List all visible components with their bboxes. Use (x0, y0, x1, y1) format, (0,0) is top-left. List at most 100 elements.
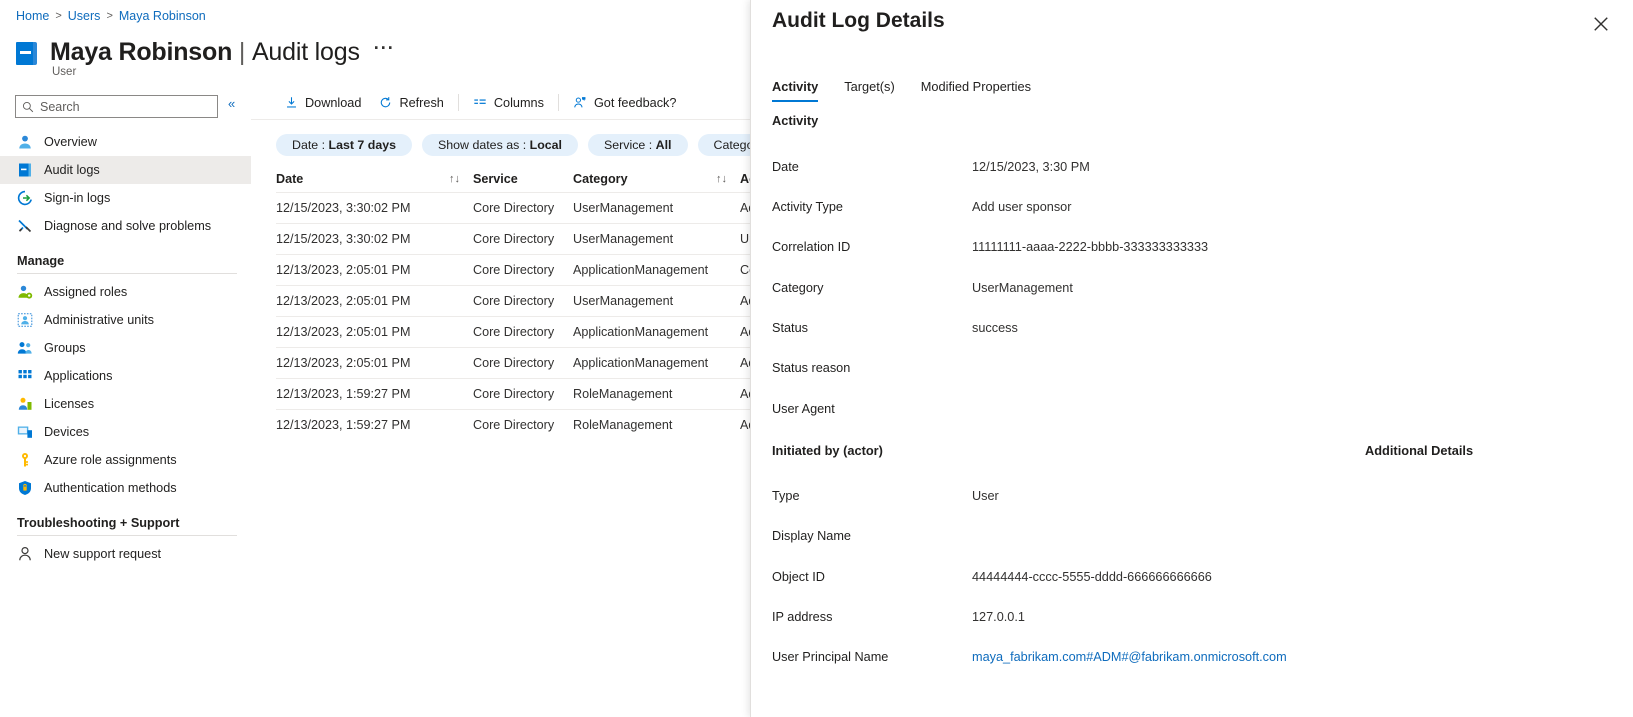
sidebar-item-groups[interactable]: Groups (0, 334, 251, 362)
field-value: 44444444-cccc-5555-dddd-666666666666 (972, 570, 1212, 584)
licenses-icon (17, 396, 33, 412)
section-activity: Activity (772, 113, 819, 128)
filter-chip-show-dates-as[interactable]: Show dates as : Local (422, 133, 578, 156)
divider (17, 273, 237, 274)
cell-service: Core Directory (473, 263, 555, 277)
field-label: Category (772, 281, 824, 295)
key-icon (17, 452, 33, 468)
sidebar-item-label: Licenses (44, 397, 95, 411)
collapse-sidebar-button[interactable]: « (228, 96, 235, 111)
filter-chip-date[interactable]: Date : Last 7 days (276, 133, 413, 156)
sort-updown-icon[interactable]: ↑↓ (449, 173, 473, 185)
column-header-date[interactable]: Date (276, 172, 449, 186)
cell-service: Core Directory (473, 387, 555, 401)
cell-service: Core Directory (473, 232, 555, 246)
search-icon (22, 101, 34, 112)
refresh-label: Refresh (399, 95, 444, 110)
sidebar-item-licenses[interactable]: Licenses (0, 390, 251, 418)
book-icon (17, 162, 33, 178)
sidebar-item-audit-logs[interactable]: Audit logs (0, 156, 251, 184)
filter-name: Service (604, 137, 646, 152)
tab-targets[interactable]: Target(s) (831, 76, 908, 102)
more-options-button[interactable]: ··· (374, 32, 395, 64)
download-icon (287, 97, 296, 108)
field-value: User (972, 489, 999, 503)
sidebar-item-label: Azure role assignments (44, 453, 177, 467)
sidebar-item-administrative-units[interactable]: Administrative units (0, 306, 251, 334)
field-status: Status success (772, 321, 1018, 335)
user-book-icon (14, 40, 40, 68)
cell-service: Core Directory (473, 201, 555, 215)
sidebar-item-devices[interactable]: Devices (0, 418, 251, 446)
sidebar-item-diagnose-and-solve-problems[interactable]: Diagnose and solve problems (0, 212, 251, 240)
filter-name: Date (292, 137, 319, 152)
assigned-roles-icon (17, 284, 33, 300)
sidebar-item-authentication-methods[interactable]: Authentication methods (0, 474, 251, 502)
field-value: UserManagement (972, 281, 1073, 295)
cell-date: 12/15/2023, 3:30:02 PM (276, 232, 411, 246)
sidebar-item-label: Assigned roles (44, 285, 128, 299)
sidebar-item-applications[interactable]: Applications (0, 362, 251, 390)
field-label: Display Name (772, 529, 851, 543)
sidebar-item-sign-in-logs[interactable]: Sign-in logs (0, 184, 251, 212)
divider (457, 94, 459, 111)
sidebar-item-overview[interactable]: Overview (0, 128, 251, 156)
section-additional-details: Additional Details (1365, 443, 1474, 458)
feedback-person-icon (574, 97, 586, 108)
cell-service: Core Directory (473, 294, 555, 308)
got-feedback-button[interactable]: Got feedback? (564, 92, 686, 114)
breadcrumb-item-current[interactable]: Maya Robinson (119, 9, 206, 23)
cell-service: Core Directory (473, 325, 555, 339)
user-icon (17, 134, 33, 150)
breadcrumb-item-users[interactable]: Users (68, 9, 101, 23)
field-label: Correlation ID (772, 240, 851, 254)
field-value: success (972, 321, 1018, 335)
cell-category: ApplicationManagement (573, 356, 709, 370)
user-principal-name-link[interactable]: maya_fabrikam.com#ADM#@fabrikam.onmicros… (972, 650, 1287, 664)
sidebar-item-label: Administrative units (44, 313, 154, 327)
page-title-suffix: Audit logs (251, 38, 360, 66)
sidebar-item-new-support-request[interactable]: New support request (0, 540, 251, 568)
cell-date: 12/13/2023, 1:59:27 PM (276, 387, 411, 401)
field-value: 12/15/2023, 3:30 PM (972, 160, 1090, 174)
download-button[interactable]: Download (276, 92, 370, 114)
filter-name: Show dates as (438, 137, 520, 152)
page-title-row: Maya Robinson | Audit logs ··· User (14, 32, 395, 78)
field-label: Activity Type (772, 200, 843, 214)
breadcrumb-item-home[interactable]: Home (16, 9, 49, 23)
shield-icon (17, 480, 33, 496)
breadcrumb: Home > Users > Maya Robinson (16, 9, 206, 23)
field-object-id: Object ID 44444444-cccc-5555-dddd-666666… (772, 570, 1212, 584)
sidebar-item-label: Diagnose and solve problems (44, 219, 212, 233)
sidebar-item-label: Groups (44, 341, 86, 355)
field-display-name: Display Name (772, 529, 972, 543)
filter-chip-service[interactable]: Service : All (588, 133, 688, 156)
tab-activity[interactable]: Activity (772, 76, 831, 102)
column-header-service[interactable]: Service (473, 172, 573, 186)
column-header-category[interactable]: Category (573, 172, 716, 186)
sidebar-item-label: Devices (44, 425, 90, 439)
filter-value: Local (529, 137, 562, 152)
divider (557, 94, 559, 111)
field-label: Status (772, 321, 808, 335)
feedback-label: Got feedback? (593, 95, 677, 110)
sidebar-item-assigned-roles[interactable]: Assigned roles (0, 278, 251, 306)
refresh-button[interactable]: Refresh (370, 92, 452, 114)
cell-date: 12/15/2023, 3:30:02 PM (276, 201, 411, 215)
search-input[interactable] (40, 99, 211, 114)
tab-modified-properties[interactable]: Modified Properties (908, 76, 1044, 102)
field-user-agent: User Agent (772, 402, 972, 416)
search-box[interactable] (15, 95, 218, 118)
field-label: IP address (772, 610, 833, 624)
field-user-principal-name: User Principal Name maya_fabrikam.com#AD… (772, 650, 1287, 664)
refresh-icon (381, 97, 391, 108)
field-category: Category UserManagement (772, 281, 1073, 295)
sort-updown-icon[interactable]: ↑↓ (716, 173, 740, 185)
close-icon[interactable] (1591, 14, 1611, 34)
sidebar-group-troubleshooting-support: Troubleshooting + Support (17, 516, 180, 530)
cell-date: 12/13/2023, 2:05:01 PM (276, 294, 411, 308)
columns-button[interactable]: Columns (464, 92, 553, 114)
sidebar-item-azure-role-assignments[interactable]: Azure role assignments (0, 446, 251, 474)
filter-value: Last 7 days (328, 137, 397, 152)
cell-category: ApplicationManagement (573, 325, 709, 339)
